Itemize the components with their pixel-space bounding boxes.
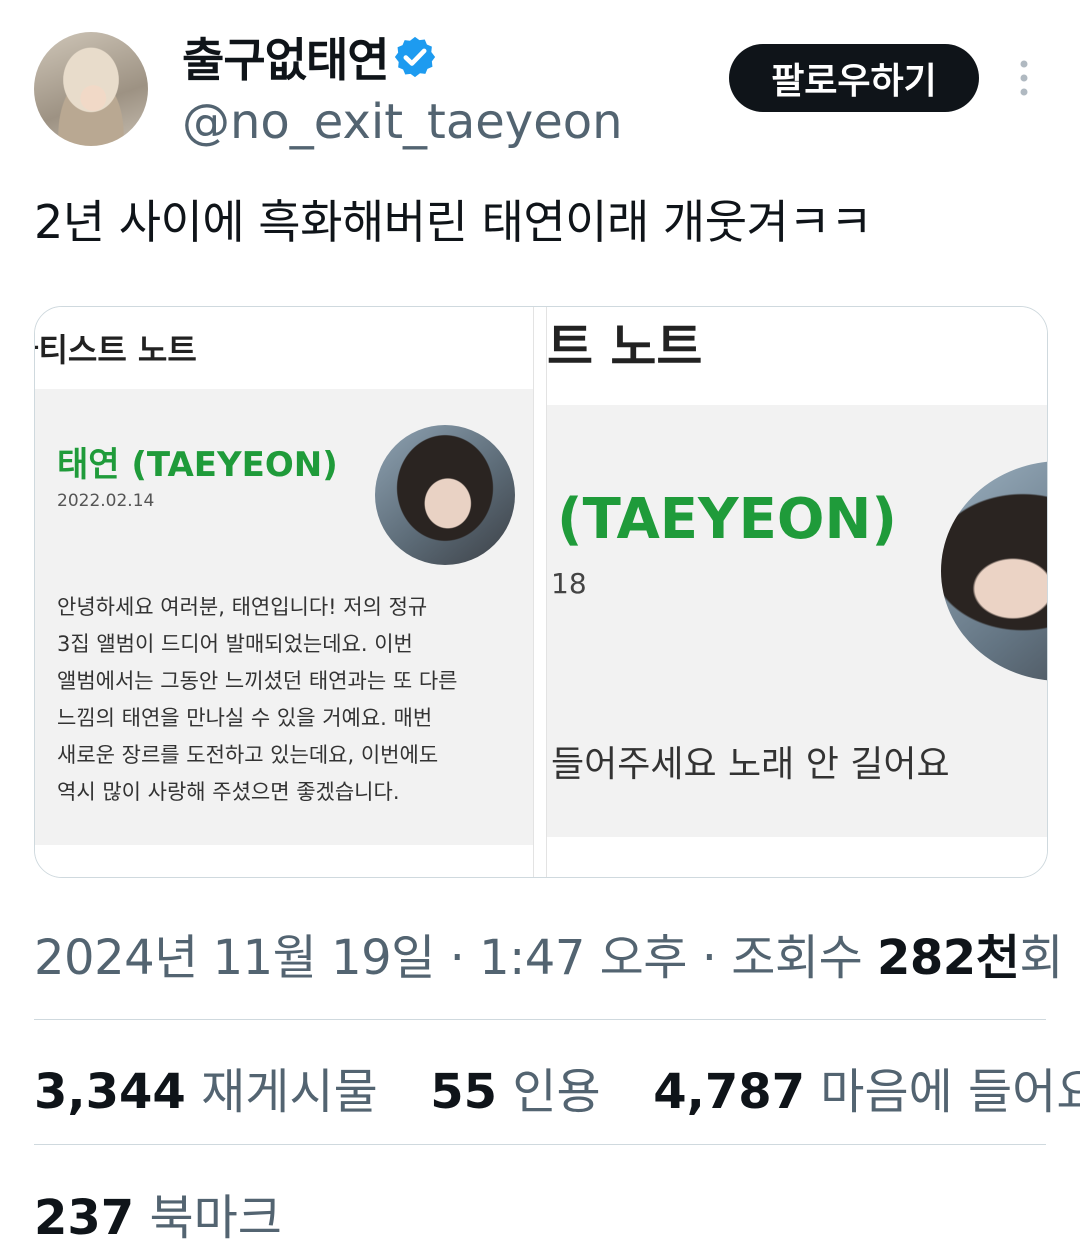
likes-label[interactable]: 마음에 들어요 xyxy=(820,1064,1080,1120)
bookmarks-label: 북마크 xyxy=(149,1190,282,1246)
artist-note-header-zoomed: 트 노트 xyxy=(547,318,703,376)
quotes-label[interactable]: 인용 xyxy=(512,1064,600,1120)
media-image-left[interactable]: 아티스트 노트 태연 (TAEYEON) 2022.02.14 안녕하세요 여러… xyxy=(35,307,533,877)
artist-photo xyxy=(375,425,515,565)
meta-separator: · xyxy=(701,930,732,986)
reposts-count[interactable]: 3,344 xyxy=(34,1064,186,1120)
artist-note-title: 태연 (TAEYEON) xyxy=(57,445,338,485)
more-options-icon[interactable] xyxy=(1014,58,1034,98)
body-line: 앨범에서는 그동안 느끼셨던 태연과는 또 다른 xyxy=(57,669,458,693)
body-line: 느낌의 태연을 만나실 수 있을 거예요. 매번 xyxy=(57,706,433,730)
artist-photo-zoomed xyxy=(941,461,1047,681)
divider-line xyxy=(34,1019,1046,1020)
follow-button[interactable]: 팔로우하기 xyxy=(729,44,979,112)
quotes-count[interactable]: 55 xyxy=(430,1064,497,1120)
tweet-time[interactable]: 1:47 오후 xyxy=(479,930,687,986)
body-line: 역시 많이 사랑해 주셨으면 좋겠습니다. xyxy=(57,780,400,804)
author-display-name[interactable]: 출구없태연 xyxy=(182,24,390,90)
artist-note-date-zoomed: 18 xyxy=(551,567,587,600)
tweet-date[interactable]: 2024년 11월 19일 xyxy=(34,930,435,986)
engagement-stats: 3,344 재게시물 55 인용 4,787 마음에 들어요 xyxy=(34,1052,1080,1122)
artist-note-card-zoomed: (TAEYEON) 18 들어주세요 노래 안 길어요 xyxy=(547,405,1047,837)
artist-note-header: 아티스트 노트 xyxy=(35,331,197,369)
body-line: 3집 앨범이 드디어 발매되었는데요. 이번 xyxy=(57,632,413,656)
views-count: 282천 xyxy=(877,930,1020,986)
artist-note-card: 태연 (TAEYEON) 2022.02.14 안녕하세요 여러분, 태연입니다… xyxy=(35,389,533,845)
likes-count[interactable]: 4,787 xyxy=(653,1064,805,1120)
author-handle[interactable]: @no_exit_taeyeon xyxy=(182,94,623,150)
author-avatar[interactable] xyxy=(34,32,148,146)
meta-separator: · xyxy=(449,930,480,986)
views-suffix: 회 xyxy=(1019,930,1064,986)
media-image-right[interactable]: 트 노트 (TAEYEON) 18 들어주세요 노래 안 길어요 xyxy=(547,307,1047,877)
tweet-meta: 2024년 11월 19일 · 1:47 오후 · 조회수 282천회 xyxy=(34,918,1064,988)
artist-note-body-zoomed: 들어주세요 노래 안 길어요 xyxy=(551,744,950,785)
tweet-text: 2년 사이에 흑화해버린 태연이래 개웃겨ㅋㅋ xyxy=(34,195,873,249)
body-line: 안녕하세요 여러분, 태연입니다! 저의 정규 xyxy=(57,595,428,619)
tweet-media[interactable]: 아티스트 노트 태연 (TAEYEON) 2022.02.14 안녕하세요 여러… xyxy=(34,306,1048,878)
views-label: 조회수 xyxy=(731,930,863,986)
artist-note-body: 안녕하세요 여러분, 태연입니다! 저의 정규 3집 앨범이 드디어 발매되었는… xyxy=(57,589,527,811)
bookmarks-count: 237 xyxy=(34,1190,135,1246)
verified-badge-icon xyxy=(394,36,436,78)
body-line: 새로운 장르를 도전하고 있는데요, 이번에도 xyxy=(57,743,439,767)
artist-note-title-zoomed: (TAEYEON) xyxy=(557,487,897,552)
reposts-label[interactable]: 재게시물 xyxy=(201,1064,378,1120)
divider-line xyxy=(34,1144,1046,1145)
media-divider xyxy=(533,307,547,877)
artist-note-date: 2022.02.14 xyxy=(57,491,155,511)
bookmarks-stat[interactable]: 237 북마크 xyxy=(34,1178,282,1248)
